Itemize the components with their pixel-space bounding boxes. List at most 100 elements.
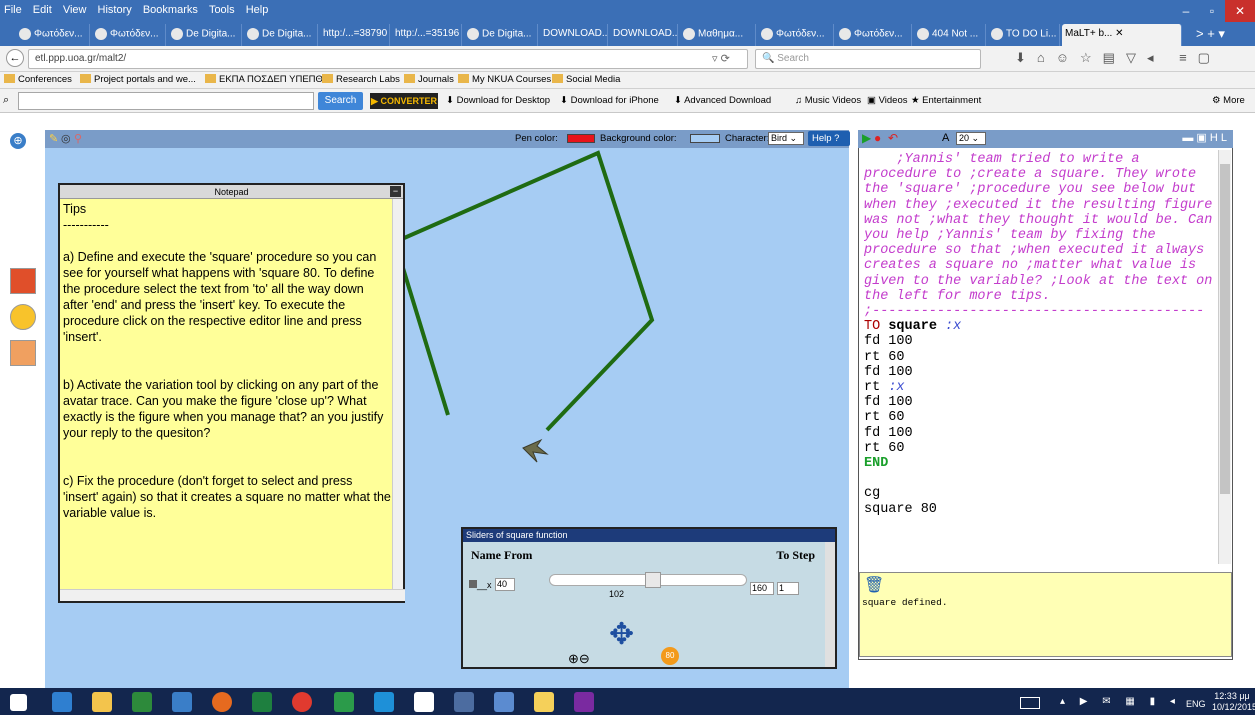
lightbulb-icon[interactable] (10, 304, 36, 330)
trace-line[interactable] (392, 150, 655, 432)
bookmark-folder[interactable]: Research Labs (322, 74, 400, 85)
app-icon[interactable] (454, 692, 474, 712)
app-icon[interactable] (534, 692, 554, 712)
editor-scroll-thumb[interactable] (1220, 164, 1230, 494)
bookmark-folder[interactable]: Social Media (552, 74, 620, 85)
browser-tab[interactable]: http:/...=38790 (320, 24, 390, 46)
menu-edit[interactable]: Edit (29, 0, 56, 20)
browser-tab[interactable]: De Digita... (244, 24, 318, 46)
store-icon[interactable] (132, 692, 152, 712)
app-icon[interactable] (414, 692, 434, 712)
bookmark-folder[interactable]: Journals (404, 74, 454, 85)
ext-more[interactable]: ⚙ More (1212, 95, 1245, 106)
app-icon[interactable] (172, 692, 192, 712)
sliders-scrollbar[interactable] (825, 542, 835, 667)
browser-tab[interactable]: http:/...=35196 (392, 24, 462, 46)
browser-tab[interactable]: De Digita... (464, 24, 538, 46)
toolbar-icons[interactable]: ⬇⌂☺☆▤▽◂ ≡▢ (1015, 50, 1221, 66)
from-input[interactable]: 40 (495, 578, 515, 591)
menu-bookmarks[interactable]: Bookmarks (139, 0, 202, 20)
skype-icon[interactable] (374, 692, 394, 712)
trash-icon[interactable]: 🗑 (864, 575, 884, 595)
ext-entertainment[interactable]: ★ Entertainment (911, 95, 981, 106)
browser-tab[interactable]: 404 Not ... (914, 24, 986, 46)
background-color-swatch[interactable] (690, 134, 720, 143)
bookmark-folder[interactable]: My NKUA Courses (458, 74, 551, 85)
menu-view[interactable]: View (59, 0, 91, 20)
browser-tab[interactable]: Μαθημα... (680, 24, 756, 46)
notepad-text[interactable]: Tips ----------- a) Define and execute t… (60, 199, 394, 589)
windows-start-icon[interactable] (10, 694, 27, 711)
browser-search-input[interactable]: 🔍 Search (755, 49, 981, 69)
tray-icons[interactable]: ▴ ▶ ✉ ▦ ▮ ◂ (1060, 696, 1181, 707)
value-slider-thumb[interactable] (645, 572, 661, 588)
browser-tab[interactable]: Φωτόδεν... (758, 24, 834, 46)
ext-download-iphone[interactable]: ⬇ Download for iPhone (560, 95, 659, 106)
menu-help[interactable]: Help (242, 0, 273, 20)
back-icon[interactable]: ← (6, 49, 24, 67)
ext-search-icon[interactable]: ⌕ (3, 94, 9, 107)
bookmark-folder[interactable]: Conferences (4, 74, 72, 85)
chrome-icon[interactable] (292, 692, 312, 712)
help-button[interactable]: Help ? (808, 131, 850, 146)
font-size-select[interactable]: 20 ⌄ (956, 132, 986, 145)
ext-music-videos[interactable]: ♫ Music Videos (795, 95, 861, 106)
calculator-icon[interactable] (334, 692, 354, 712)
turtle-icon[interactable]: ⚲ (74, 132, 82, 145)
step-input[interactable]: 1 (777, 582, 799, 595)
ext-download-desktop[interactable]: ⬇ Download for Desktop (446, 95, 550, 106)
ext-videos[interactable]: ▣ Videos (867, 95, 908, 106)
minimize-icon[interactable]: – (1173, 0, 1199, 22)
clock[interactable]: 12:33 μμ 10/12/2015 (1212, 691, 1255, 713)
firefox-icon[interactable] (212, 692, 232, 712)
url-bar[interactable]: etl.ppp.uoa.gr/malt2/ (28, 49, 748, 69)
new-tab-icon[interactable]: > + ▾ (1196, 26, 1225, 42)
browser-tab[interactable]: Φωτόδεν... (836, 24, 912, 46)
ext-advanced-download[interactable]: ⬇ Advanced Download (674, 95, 771, 106)
winrar-icon[interactable] (574, 692, 594, 712)
browser-tab[interactable]: Φωτόδεν... (16, 24, 90, 46)
browser-tab[interactable]: DOWNLOAD... (540, 24, 608, 46)
target-icon[interactable]: ◎ (61, 132, 71, 145)
menu-tools[interactable]: Tools (205, 0, 239, 20)
keyboard-icon[interactable] (1020, 697, 1040, 709)
browser-tab[interactable]: DOWNLOAD... (610, 24, 678, 46)
rotate-move-icon[interactable]: ✥ (609, 617, 634, 652)
globe-icon[interactable]: ⊕ (10, 133, 26, 149)
browser-tab[interactable]: De Digita... (168, 24, 242, 46)
bookmark-folder[interactable]: Project portals and we... (80, 74, 196, 85)
video-converter-logo[interactable]: ▶ CONVERTER (370, 93, 438, 109)
ext-search-input[interactable] (18, 92, 314, 110)
app-icon[interactable] (494, 692, 514, 712)
maximize-icon[interactable]: ▫ (1199, 0, 1225, 22)
browser-tab[interactable]: TO DO Li... (988, 24, 1060, 46)
minimize-icon[interactable]: − (390, 186, 401, 197)
browser-tab-active[interactable]: MaLT+ b... ✕ (1062, 24, 1182, 46)
notepad-scrollbar[interactable] (392, 199, 403, 589)
pen-color-swatch[interactable] (567, 134, 595, 143)
file-explorer-icon[interactable] (92, 692, 112, 712)
menu-history[interactable]: History (94, 0, 136, 20)
cube-icon[interactable] (10, 268, 36, 294)
editor-scrollbar[interactable] (1218, 150, 1231, 564)
undo-icon[interactable]: ↶ (888, 131, 898, 145)
excel-icon[interactable] (252, 692, 272, 712)
reload-icon[interactable]: ▿ ⟳ (712, 52, 730, 65)
notepad-hscrollbar[interactable] (60, 589, 405, 601)
code-area[interactable]: ;Yannis' team tried to write a procedure… (864, 152, 1216, 564)
editor-file-icons[interactable]: ▬ ▣ H L (1182, 131, 1227, 144)
bird-avatar[interactable] (522, 438, 549, 463)
to-input[interactable]: 160 (750, 582, 774, 595)
variation-badge[interactable]: 80 (661, 647, 679, 665)
value-slider-track[interactable] (549, 572, 747, 588)
browser-tab[interactable]: Φωτόδεν... (92, 24, 166, 46)
ie-icon[interactable] (52, 692, 72, 712)
zoom-icons[interactable]: ⊕⊖ (568, 651, 590, 667)
stop-icon[interactable]: ● (874, 131, 881, 145)
ext-search-button[interactable]: Search (318, 92, 363, 110)
menu-file[interactable]: File (0, 0, 26, 20)
language-indicator[interactable]: ENG (1186, 699, 1206, 709)
close-icon[interactable]: ✕ (1225, 0, 1255, 22)
run-icon[interactable]: ▶ (862, 131, 871, 145)
character-select[interactable]: Bird ⌄ (768, 132, 804, 145)
